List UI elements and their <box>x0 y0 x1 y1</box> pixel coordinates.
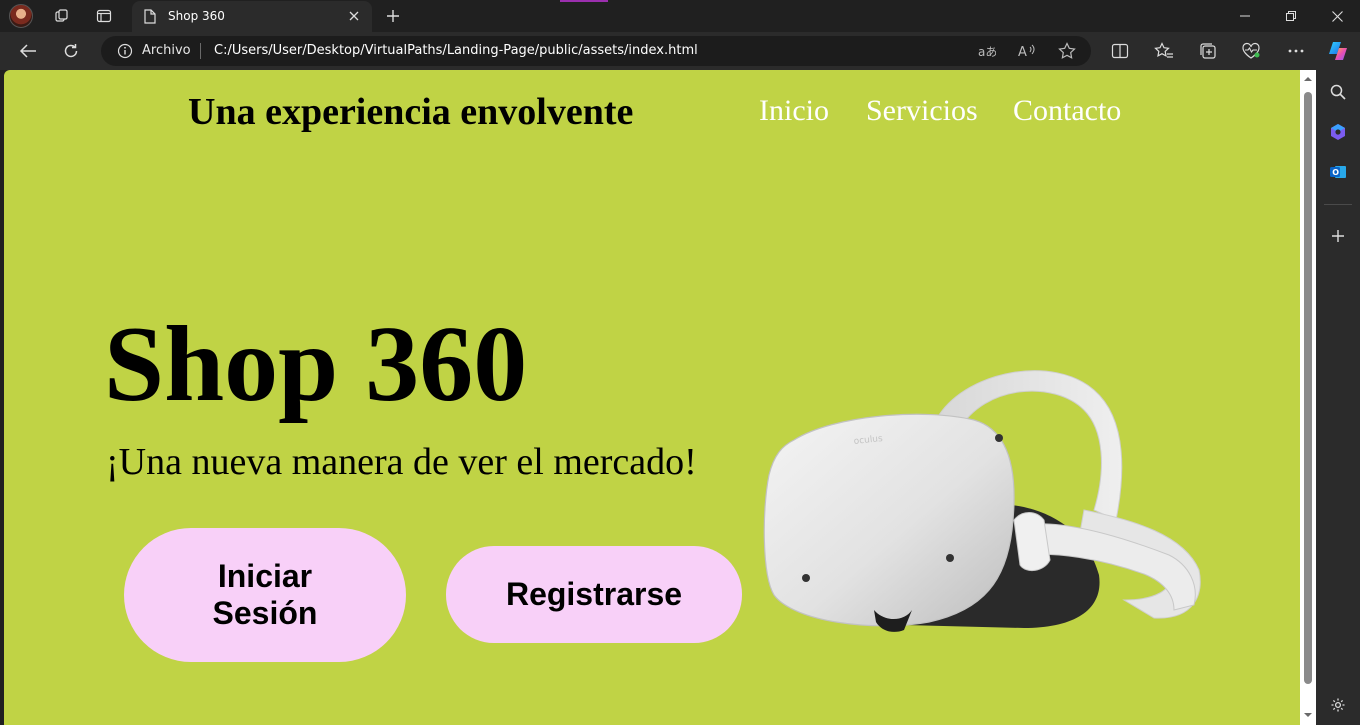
outlook-icon[interactable]: O <box>1325 159 1351 185</box>
back-icon[interactable] <box>14 37 42 65</box>
copilot-icon[interactable] <box>1323 37 1353 65</box>
search-icon[interactable] <box>1325 79 1351 105</box>
tab-title: Shop 360 <box>168 9 225 23</box>
browser-toolbar: Archivo C:/Users/User/Desktop/VirtualPat… <box>0 32 1360 70</box>
address-scheme-label: Archivo <box>142 43 191 58</box>
accent-line <box>560 0 608 2</box>
nav-link-servicios[interactable]: Servicios <box>866 94 978 128</box>
read-aloud-icon[interactable]: A <box>1014 39 1040 63</box>
tab-shop-360[interactable]: Shop 360 <box>132 1 372 32</box>
edge-sidebar: O <box>1316 70 1360 725</box>
page-scrollbar[interactable] <box>1300 70 1316 725</box>
minimize-icon[interactable] <box>1222 0 1268 32</box>
url-text[interactable]: C:/Users/User/Desktop/VirtualPaths/Landi… <box>214 43 698 58</box>
address-bar[interactable]: Archivo C:/Users/User/Desktop/VirtualPat… <box>101 36 1091 66</box>
restore-icon[interactable] <box>1268 0 1314 32</box>
close-icon[interactable] <box>344 6 364 26</box>
split-screen-icon[interactable] <box>1105 37 1135 65</box>
address-divider <box>200 43 201 59</box>
tab-strip: Shop 360 <box>0 0 1360 32</box>
sidebar-divider <box>1324 204 1352 205</box>
info-icon[interactable] <box>117 43 133 64</box>
page-icon <box>144 9 156 29</box>
hero-subtitle: ¡Una nueva manera de ver el mercado! <box>106 441 697 483</box>
nav-link-inicio[interactable]: Inicio <box>759 94 829 128</box>
profile-avatar[interactable] <box>9 4 33 28</box>
svg-text:aあ: aあ <box>978 45 996 58</box>
nav-link-contacto[interactable]: Contacto <box>1013 94 1121 128</box>
scroll-down-icon[interactable] <box>1303 710 1313 720</box>
favorites-icon[interactable] <box>1149 37 1179 65</box>
page-viewport: Una experiencia envolvente Inicio Servic… <box>4 70 1300 725</box>
register-button[interactable]: Registrarse <box>446 546 742 643</box>
scroll-up-icon[interactable] <box>1303 74 1313 84</box>
tab-actions-icon[interactable] <box>90 4 118 28</box>
collections-icon[interactable] <box>1193 37 1223 65</box>
translate-icon[interactable]: aあ <box>974 39 1000 63</box>
plus-icon[interactable] <box>381 4 405 28</box>
svg-text:O: O <box>1332 168 1339 177</box>
svg-text:A: A <box>1018 45 1027 59</box>
site-title: Una experiencia envolvente <box>188 91 634 133</box>
refresh-icon[interactable] <box>57 37 85 65</box>
more-icon[interactable] <box>1281 37 1311 65</box>
settings-icon[interactable] <box>1325 692 1351 718</box>
vr-headset-image: oculus <box>763 370 1201 632</box>
plus-icon[interactable] <box>1325 223 1351 249</box>
star-icon[interactable] <box>1054 39 1080 63</box>
close-icon[interactable] <box>1314 0 1360 32</box>
copilot-icon[interactable] <box>1325 119 1351 145</box>
browser-essentials-icon[interactable] <box>1236 37 1266 65</box>
login-button[interactable]: Iniciar Sesión <box>124 528 406 662</box>
hero-title: Shop 360 <box>104 305 528 424</box>
workspaces-icon[interactable] <box>48 4 76 28</box>
scrollbar-thumb[interactable] <box>1304 92 1312 684</box>
